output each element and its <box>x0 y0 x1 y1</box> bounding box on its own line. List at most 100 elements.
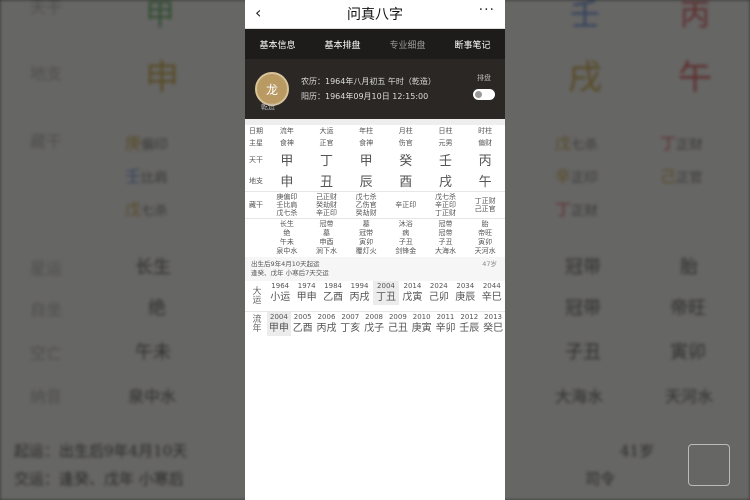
pillar-header: 时柱 <box>478 127 493 135</box>
row-label-zhi: 地支 <box>249 176 263 185</box>
liunian-cell[interactable]: 乙酉 <box>291 322 315 336</box>
liunian-year: 2008 <box>365 313 383 321</box>
pillar-header: 年柱 <box>359 127 374 135</box>
zhi-cell: 酉 <box>399 175 413 190</box>
hidden-stems: 戊七杀 乙伤官 癸劫财 <box>346 192 386 219</box>
hidden-item: 辛正印 <box>315 209 337 217</box>
stage-item: 午未 <box>279 238 294 246</box>
dayun-year: 2014 <box>403 282 422 290</box>
dayun-cell[interactable]: 小运 <box>267 291 293 305</box>
jiaoyun-text: 逢癸、戊年 小寒后7天交运 <box>251 269 329 277</box>
phone-screen: ‹ 问真八字 ··· 基本信息 基本排盘 专业细盘 断事笔记 龙 乾造 农历：1… <box>245 0 505 500</box>
hidden-item: 癸劫财 <box>355 209 377 217</box>
hidden-item: 戊七杀 <box>355 193 377 201</box>
nav-bar: ‹ 问真八字 ··· <box>245 0 505 29</box>
row-label-hidden: 藏干 <box>249 201 263 209</box>
tab-bar: 基本信息 基本排盘 专业细盘 断事笔记 <box>245 29 505 59</box>
hidden-stems: 丁正财 己正官 <box>465 192 505 219</box>
zhi-cell: 戌 <box>438 175 452 190</box>
hidden-item: 己正财 <box>315 193 337 201</box>
liunian-cell[interactable]: 癸巳 <box>481 322 505 336</box>
qiyun-note: 出生后9年4月10天起运 逢癸、戊年 小寒后7天交运 47岁 <box>245 257 505 281</box>
back-icon[interactable]: ‹ <box>255 3 261 22</box>
qiyun-text: 出生后9年4月10天起运 <box>251 260 320 268</box>
dayun-cell[interactable]: 己卯 <box>426 291 452 305</box>
dayun-cell[interactable]: 庚辰 <box>452 291 478 305</box>
side-icon <box>688 444 730 486</box>
tab-notes[interactable]: 断事笔记 <box>454 38 490 51</box>
gan-cell: 丙 <box>478 154 492 169</box>
gan-cell: 癸 <box>399 154 413 169</box>
dayun-label: 大运 <box>250 286 261 304</box>
liunian-label: 流年 <box>250 314 261 332</box>
liunian-year: 2011 <box>436 313 455 321</box>
row-label-gan: 天干 <box>249 155 263 164</box>
liunian-cell[interactable]: 己丑 <box>386 322 410 336</box>
stage-item: 泉中水 <box>276 247 298 255</box>
hidden-item: 辛正印 <box>395 201 417 209</box>
dayun-cell[interactable]: 丁丑 <box>372 291 400 305</box>
liunian-cell[interactable]: 辛卯 <box>434 322 458 336</box>
dayun-cell[interactable]: 丙戌 <box>346 291 372 305</box>
dayun-label-cell: 大运 <box>245 281 267 311</box>
stage-col: 墓 冠带 寅卯 覆灯火 <box>346 219 386 258</box>
liunian-year: 2004 <box>267 311 291 322</box>
stage-item: 帝旺 <box>478 229 493 237</box>
stage-item: 病 <box>402 229 410 237</box>
liunian-cell[interactable]: 戊子 <box>362 322 386 336</box>
dayun-cell[interactable]: 辛巳 <box>479 291 506 305</box>
stage-item: 墓 <box>322 229 330 237</box>
zhi-cell: 午 <box>478 175 492 190</box>
stage-item: 涧下水 <box>315 247 337 255</box>
stage-item: 大海水 <box>434 247 456 255</box>
stage-item: 冠带 <box>319 220 334 228</box>
shishen-cell: 食神 <box>279 139 294 147</box>
dayun-cell[interactable]: 乙酉 <box>320 291 346 305</box>
dayun-cell[interactable]: 戊寅 <box>399 291 425 305</box>
stage-item: 子丑 <box>438 238 453 246</box>
liunian-label-cell: 流年 <box>245 312 267 337</box>
pillar-header: 日柱 <box>438 127 453 135</box>
liunian-cell[interactable]: 甲申 <box>267 322 291 336</box>
lunar-date: 农历：1964年八月初五 午时（乾造） <box>301 77 436 86</box>
liunian-year: 2013 <box>484 313 502 321</box>
tab-pro-chart[interactable]: 专业细盘 <box>389 38 425 51</box>
birth-dates: 农历：1964年八月初五 午时（乾造） 阳历：1964年09月10日 12:15… <box>301 74 436 104</box>
more-icon[interactable]: ··· <box>479 2 495 18</box>
hidden-item: 乙伤官 <box>355 201 377 209</box>
pillar-header: 月柱 <box>398 127 413 135</box>
stage-col: 胎 帝旺 寅卯 天河水 <box>465 219 505 258</box>
tab-basic-info[interactable]: 基本信息 <box>259 38 295 51</box>
stage-col: 长生 绝 午未 泉中水 <box>267 219 307 258</box>
liunian-cell[interactable]: 庚寅 <box>410 322 434 336</box>
pillar-header: 日期 <box>249 127 263 135</box>
shishen-cell: 伤官 <box>398 139 413 147</box>
liunian-year: 2012 <box>460 313 479 321</box>
hidden-item: 壬比肩 <box>276 201 298 209</box>
pillar-header: 流年 <box>279 127 294 135</box>
dayun-year: 2024 <box>429 282 448 290</box>
liunian-cell[interactable]: 壬辰 <box>457 322 481 336</box>
hidden-item: 庚偏印 <box>276 193 298 201</box>
liunian-year: 2009 <box>388 313 407 321</box>
gan-cell: 甲 <box>280 154 294 169</box>
hidden-item: 戊七杀 <box>434 193 456 201</box>
dayun-year: 2044 <box>482 282 501 290</box>
stage-col: 冠带 冠带 子丑 大海水 <box>426 219 466 258</box>
stage-item: 覆灯火 <box>355 247 377 255</box>
paipan-toggle[interactable] <box>473 89 495 100</box>
liunian-cell[interactable]: 丁亥 <box>338 322 362 336</box>
stage-item: 寅卯 <box>478 238 493 246</box>
hidden-stems: 己正财 癸劫财 辛正印 <box>307 192 347 219</box>
dayun-cell[interactable]: 甲申 <box>293 291 319 305</box>
stage-item: 申酉 <box>319 238 334 246</box>
page-title: 问真八字 <box>347 7 403 23</box>
stage-item: 绝 <box>283 229 291 237</box>
stage-item: 寅卯 <box>359 238 374 246</box>
liunian-cell[interactable]: 丙戌 <box>315 322 339 336</box>
profile-header: 龙 乾造 农历：1964年八月初五 午时（乾造） 阳历：1964年09月10日 … <box>245 59 505 119</box>
stage-item: 子丑 <box>398 238 413 246</box>
stage-item: 沐浴 <box>398 220 413 228</box>
tab-basic-chart[interactable]: 基本排盘 <box>324 38 360 51</box>
shishen-cell: 元男 <box>438 139 453 147</box>
